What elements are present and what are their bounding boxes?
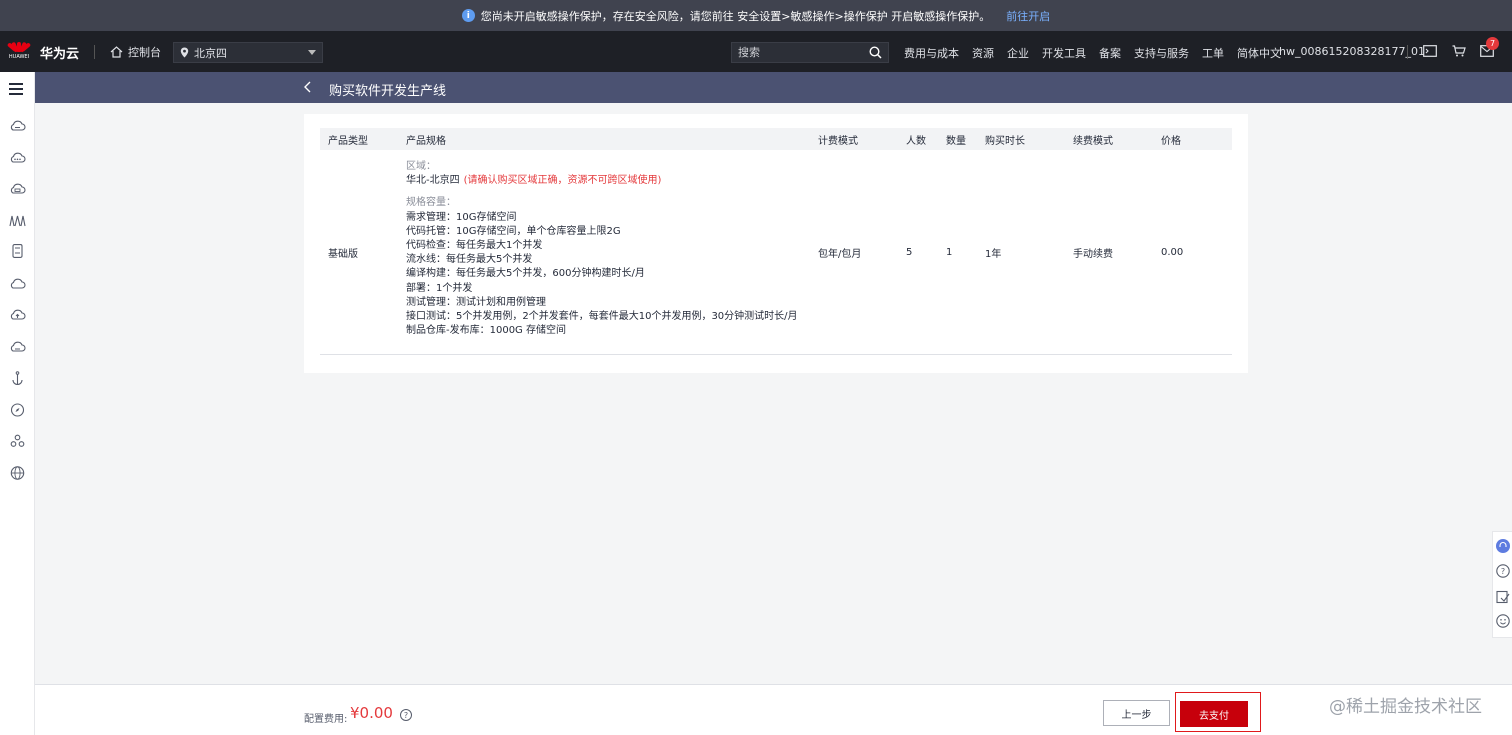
nav-enterprise[interactable]: 企业: [1007, 45, 1029, 61]
col-header-quantity: 数量: [946, 135, 966, 147]
nav-support[interactable]: 支持与服务: [1134, 45, 1189, 61]
home-icon: [110, 46, 123, 58]
console-link[interactable]: 控制台: [110, 44, 161, 60]
storage-icon[interactable]: [9, 244, 26, 258]
previous-step-button[interactable]: 上一步: [1103, 700, 1170, 726]
info-icon: i: [461, 9, 475, 22]
chevron-down-icon: [308, 50, 316, 55]
cloud-service-icon[interactable]: [9, 340, 26, 354]
search-box[interactable]: [731, 42, 889, 63]
page-title: 购买软件开发生产线: [329, 84, 447, 99]
console-label: 控制台: [128, 46, 161, 59]
svg-text:?: ?: [1501, 567, 1505, 576]
search-input[interactable]: [738, 46, 868, 59]
spec-item: 制品仓库-发布库：1000G 存储空间: [406, 325, 566, 337]
spec-item: 部署：1个并发: [406, 282, 473, 294]
spec-item: 编译构建：每任务最大5个并发，600分钟构建时长/月: [406, 268, 645, 280]
brand-name[interactable]: 华为云: [40, 43, 79, 62]
network-icon[interactable]: [9, 434, 26, 448]
spec-item: 接口测试：5个并发用例，2个并发套件，每套件最大10个并发用例，30分钟测试时长…: [406, 311, 798, 323]
cloud-upload-icon[interactable]: [9, 308, 26, 322]
cloud-more-icon[interactable]: [9, 151, 26, 165]
fee-help-icon[interactable]: ?: [400, 709, 412, 721]
nav-tickets[interactable]: 工单: [1202, 45, 1224, 61]
order-card: 产品类型 产品规格 计费模式 人数 数量 购买时长 续费模式 价格 基础版 区域…: [304, 114, 1248, 373]
capacity-label: 规格容量：: [406, 197, 456, 209]
table-row: 基础版 区域： 华北-北京四 (请确认购买区域正确，资源不可跨区域使用) 规格容量…: [320, 150, 1232, 355]
security-notice-bar: i 您尚未开启敏感操作保护，存在安全风险，请您前往 安全设置>敏感操作>操作保护…: [0, 0, 1512, 31]
product-type: 基础版: [328, 248, 358, 260]
user-count: 5: [906, 246, 913, 258]
quantity: 1: [946, 246, 953, 258]
nav-links: 费用与成本 资源 企业 开发工具 备案 支持与服务 工单 简体中文: [904, 45, 1281, 61]
cloud-icon[interactable]: [9, 277, 26, 291]
search-icon[interactable]: [869, 46, 882, 59]
compass-icon[interactable]: [9, 403, 26, 417]
watermark: @稀土掘金技术社区: [1329, 697, 1482, 717]
enable-protection-link[interactable]: 前往开启: [1006, 8, 1050, 24]
spec-item: 流水线：每任务最大5个并发: [406, 254, 533, 266]
col-header-price: 价格: [1161, 135, 1181, 147]
floating-toolbar: ?: [1492, 531, 1512, 638]
region-label: 区域：: [406, 161, 436, 172]
col-header-billing: 计费模式: [818, 135, 858, 147]
col-header-users: 人数: [906, 135, 926, 147]
nav-icp-filing[interactable]: 备案: [1099, 45, 1121, 61]
checkout-footer: 配置费用: ¥0.00 ? 上一步 去支付: [35, 684, 1512, 735]
satisfaction-icon[interactable]: [1496, 614, 1510, 628]
fee-value: ¥0.00: [350, 704, 393, 722]
spec-item: 代码托管：10G存储空间，单个仓库容量上限2G: [406, 225, 621, 237]
price: 0.00: [1161, 246, 1184, 258]
logo-text: HUAWEI: [8, 54, 30, 60]
fee-label: 配置费用:: [304, 714, 348, 725]
help-icon[interactable]: ?: [1496, 564, 1510, 578]
col-header-renewal: 续费模式: [1073, 135, 1113, 147]
region-value: 华北-北京四: [406, 175, 460, 187]
top-navigation: HUAWEI 华为云 控制台 北京四 费用与成本 资源 企业 开发工具 备案 支…: [0, 31, 1512, 72]
renewal-mode: 手动续费: [1073, 248, 1113, 260]
notice-text: 您尚未开启敏感操作保护，存在安全风险，请您前往 安全设置>敏感操作>操作保护 开…: [480, 9, 991, 23]
cloud-database-icon[interactable]: [9, 182, 26, 196]
globe-icon[interactable]: [9, 466, 26, 480]
nav-cost[interactable]: 费用与成本: [904, 45, 959, 61]
spec-item: 代码检查：每任务最大1个并发: [406, 240, 543, 252]
huawei-logo[interactable]: HUAWEI: [6, 40, 32, 64]
table-header-row: 产品类型 产品规格 计费模式 人数 数量 购买时长 续费模式 价格: [320, 128, 1232, 150]
page-header: 购买软件开发生产线: [35, 72, 1512, 103]
spec-item: 测试管理：测试计划和用例管理: [406, 296, 546, 308]
region-selector[interactable]: 北京四: [173, 42, 323, 63]
purchase-duration: 1年: [985, 248, 1002, 260]
cloud-server-icon[interactable]: [9, 119, 26, 133]
pay-button[interactable]: 去支付: [1180, 701, 1248, 727]
billing-mode: 包年/包月: [818, 248, 862, 260]
left-sidebar: [0, 72, 35, 735]
spec-item: 需求管理：10G存储空间: [406, 211, 517, 223]
nav-resources[interactable]: 资源: [972, 45, 994, 61]
menu-icon[interactable]: [9, 83, 23, 95]
region-info: 华北-北京四 (请确认购买区域正确，资源不可跨区域使用): [406, 174, 802, 188]
order-table: 产品类型 产品规格 计费模式 人数 数量 购买时长 续费模式 价格 基础版 区域…: [320, 128, 1232, 355]
customer-service-icon[interactable]: [1496, 539, 1510, 553]
product-spec: 区域： 华北-北京四 (请确认购买区域正确，资源不可跨区域使用) 规格容量： 需求…: [398, 150, 810, 355]
divider: [1407, 45, 1408, 59]
col-header-spec: 产品规格: [406, 135, 446, 147]
location-pin-icon: [180, 47, 189, 58]
region-value: 北京四: [194, 46, 227, 60]
col-header-duration: 购买时长: [985, 135, 1025, 147]
terminal-icon[interactable]: [1423, 45, 1437, 57]
back-arrow-icon[interactable]: [303, 81, 312, 93]
nav-language[interactable]: 简体中文: [1237, 45, 1281, 61]
account-name[interactable]: hw_008615208328177_01: [1279, 45, 1425, 58]
divider: [94, 45, 95, 59]
anchor-icon[interactable]: [9, 371, 26, 385]
cart-icon[interactable]: [1452, 45, 1466, 57]
feedback-icon[interactable]: [1496, 590, 1510, 604]
nav-dev-tools[interactable]: 开发工具: [1042, 45, 1086, 61]
bridge-icon[interactable]: [9, 213, 26, 227]
col-header-type: 产品类型: [328, 135, 368, 147]
region-warning: (请确认购买区域正确，资源不可跨区域使用): [463, 175, 662, 187]
message-count-badge: 7: [1486, 37, 1499, 50]
